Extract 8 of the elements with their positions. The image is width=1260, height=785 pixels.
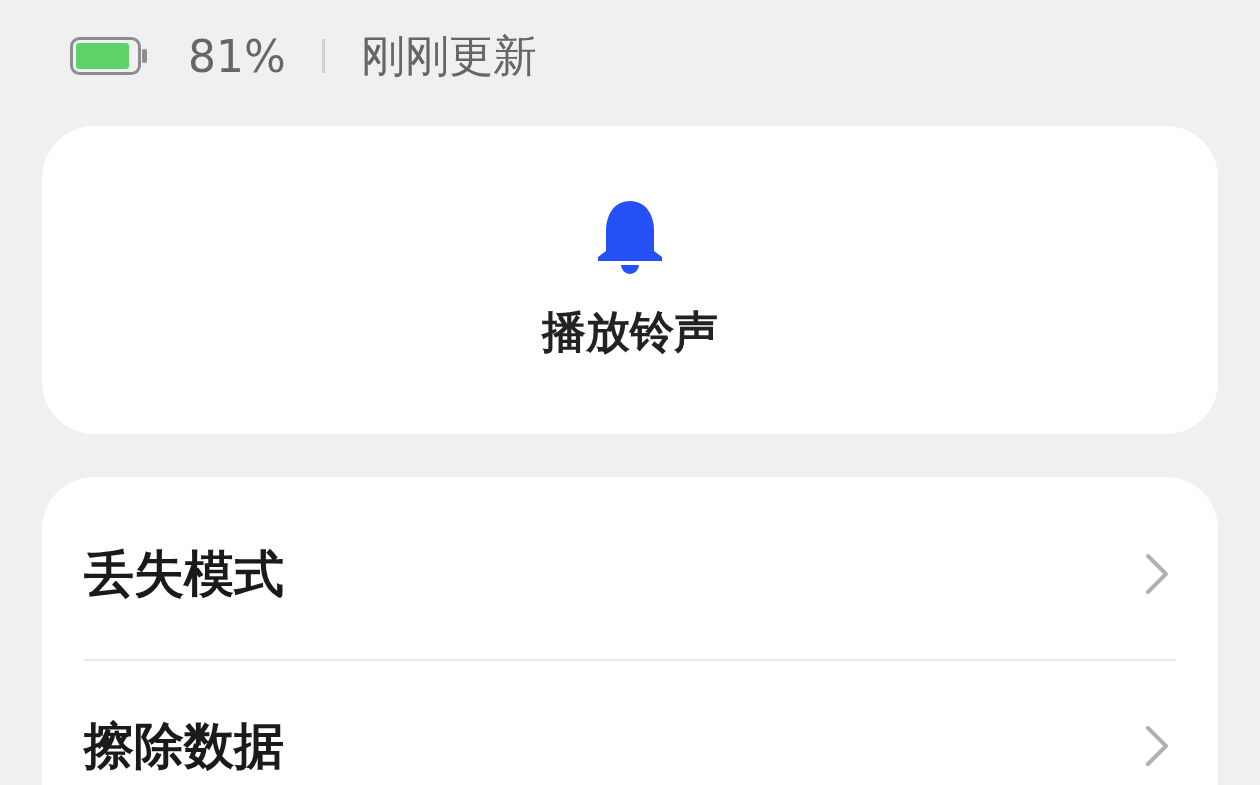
chevron-right-icon xyxy=(1144,553,1170,595)
menu-item[interactable]: 擦除数据 xyxy=(84,661,1176,785)
play-ringtone-button[interactable]: 播放铃声 xyxy=(42,126,1218,434)
menu-item[interactable]: 丢失模式 xyxy=(84,489,1176,659)
chevron-right-icon xyxy=(1144,725,1170,767)
battery-icon xyxy=(70,37,148,75)
battery-percentage: 81% xyxy=(188,30,286,82)
update-status: 刚刚更新 xyxy=(360,28,537,83)
